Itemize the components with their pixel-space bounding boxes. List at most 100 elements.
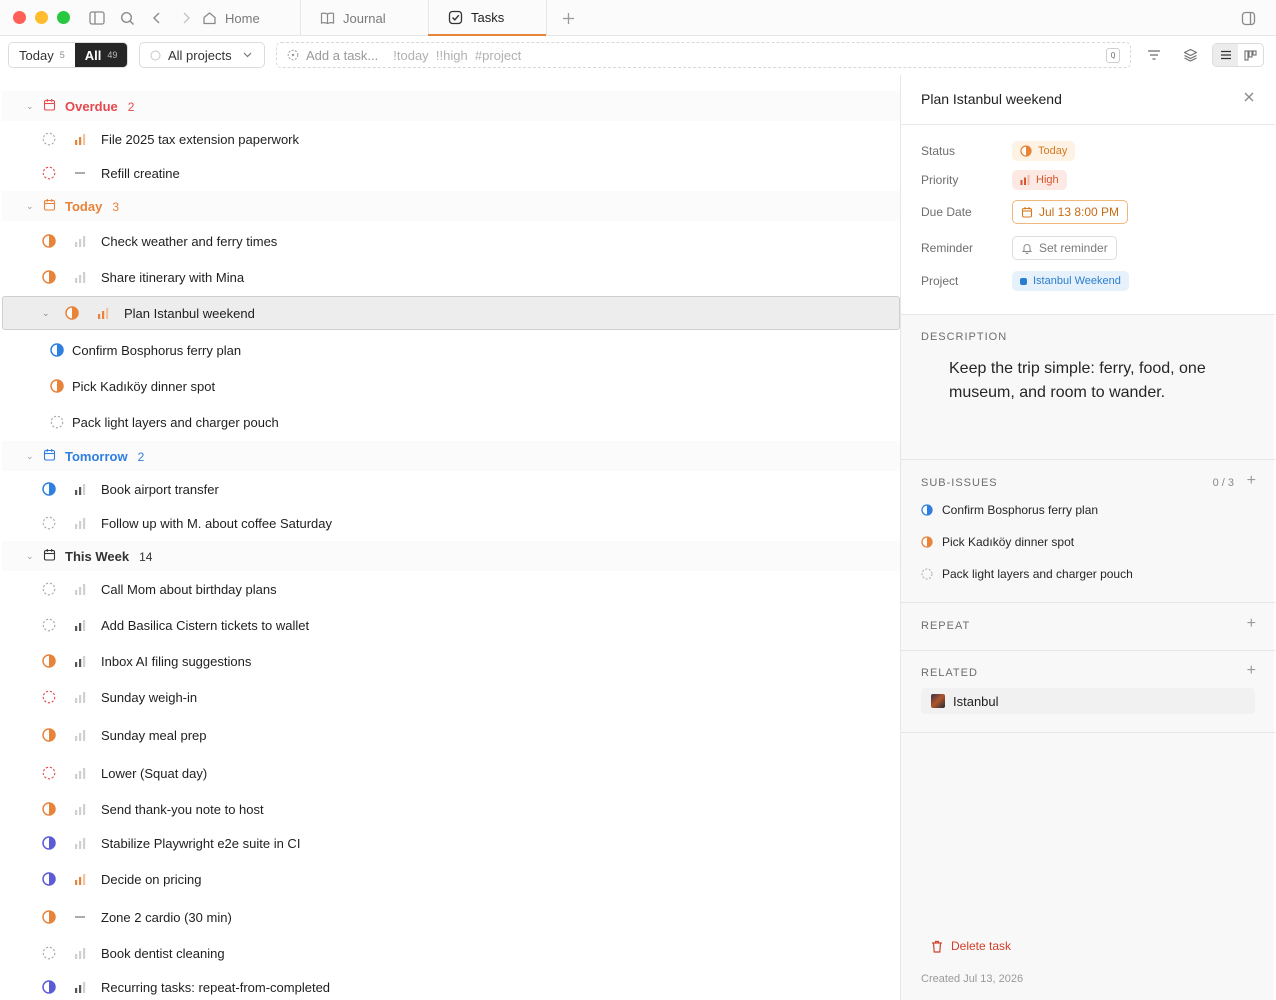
back-icon[interactable]	[147, 8, 167, 28]
projects-dropdown[interactable]: All projects	[139, 42, 265, 68]
task-row[interactable]: Sunday meal prep	[2, 718, 900, 752]
status-dashed-icon[interactable]	[42, 946, 56, 960]
description-text[interactable]: Keep the trip simple: ferry, food, one m…	[949, 357, 1249, 405]
add-repeat-icon[interactable]: +	[1247, 615, 1256, 633]
task-row[interactable]: Share itinerary with Mina	[2, 260, 900, 294]
status-blue-icon[interactable]	[42, 482, 56, 496]
sub-issue-item[interactable]: Confirm Bosphorus ferry plan	[921, 503, 1098, 517]
status-orange-icon[interactable]	[42, 802, 56, 816]
status-chip[interactable]: Today	[1012, 141, 1076, 161]
set-reminder-button[interactable]: Set reminder	[1012, 236, 1117, 260]
status-orange-icon[interactable]	[42, 270, 56, 284]
sub-issue-item[interactable]: Pack light layers and charger pouch	[921, 567, 1133, 581]
chevron-down-icon[interactable]: ⌄	[26, 101, 34, 112]
related-item[interactable]: Istanbul	[921, 688, 1255, 714]
chevron-down-icon[interactable]: ⌄	[26, 201, 34, 212]
sub-issue-item[interactable]: Pick Kadıköy dinner spot	[921, 535, 1074, 549]
status-blue-icon[interactable]	[50, 343, 64, 357]
add-sub-issue-icon[interactable]: +	[1247, 472, 1256, 490]
chevron-down-icon[interactable]: ⌄	[42, 308, 50, 319]
status-dashed-icon[interactable]	[50, 415, 64, 429]
task-row[interactable]: Follow up with M. about coffee Saturday	[2, 506, 900, 540]
status-orange-icon[interactable]	[42, 234, 56, 248]
priority-med-icon	[74, 619, 86, 631]
delete-task-button[interactable]: Delete task	[931, 939, 1011, 953]
task-row[interactable]: Stabilize Playwright e2e suite in CI	[2, 826, 900, 860]
status-orange-icon[interactable]	[65, 306, 79, 320]
task-row[interactable]: Recurring tasks: repeat-from-completed	[2, 970, 900, 1000]
add-related-icon[interactable]: +	[1247, 662, 1256, 680]
list-view-icon[interactable]	[1213, 44, 1238, 66]
status-orange-icon[interactable]	[42, 910, 56, 924]
priority-high-icon	[74, 133, 86, 145]
status-orange-icon[interactable]	[42, 728, 56, 742]
status-reddash-icon[interactable]	[42, 766, 56, 780]
task-row[interactable]: Sunday weigh-in	[2, 680, 900, 714]
close-icon[interactable]	[1243, 91, 1255, 106]
filter-all-button[interactable]: All 49	[74, 43, 128, 67]
sidebar-toggle-icon[interactable]	[87, 8, 107, 28]
subtask-row[interactable]: Pack light layers and charger pouch	[2, 405, 900, 439]
divider	[901, 732, 1275, 733]
task-row[interactable]: Add Basilica Cistern tickets to wallet	[2, 608, 900, 642]
filter-icon[interactable]	[1145, 46, 1163, 64]
date-filter-segmented: Today 5 All 49	[8, 42, 129, 68]
group-header-tomorrow[interactable]: ⌄ Tomorrow 2	[2, 441, 900, 471]
task-row[interactable]: File 2025 tax extension paperwork	[2, 122, 900, 156]
tab-journal[interactable]: Journal	[300, 0, 428, 36]
status-orange-icon[interactable]	[50, 379, 64, 393]
status-indigo-icon[interactable]	[42, 836, 56, 850]
priority-none-icon	[74, 167, 86, 179]
task-row[interactable]: Book dentist cleaning	[2, 936, 900, 970]
title-bar: Home Journal Tasks	[0, 0, 1276, 36]
layers-icon[interactable]	[1181, 46, 1199, 64]
new-tab-icon[interactable]	[558, 8, 578, 28]
status-dashed-icon[interactable]	[42, 516, 56, 530]
status-indigo-icon[interactable]	[42, 980, 56, 994]
check-square-icon	[448, 10, 463, 24]
priority-chip[interactable]: High	[1012, 170, 1067, 190]
status-dashed-icon[interactable]	[42, 132, 56, 146]
group-header-overdue[interactable]: ⌄ Overdue 2	[2, 91, 900, 121]
task-row[interactable]: Check weather and ferry times	[2, 224, 900, 258]
search-icon[interactable]	[117, 8, 137, 28]
minimize-window-button[interactable]	[35, 11, 48, 24]
status-reddash-icon[interactable]	[42, 690, 56, 704]
zoom-window-button[interactable]	[57, 11, 70, 24]
subtask-row[interactable]: Pick Kadıköy dinner spot	[2, 369, 900, 403]
status-dashed-icon[interactable]	[42, 618, 56, 632]
task-row[interactable]: Decide on pricing	[2, 862, 900, 896]
group-header-today[interactable]: ⌄ Today 3	[2, 191, 900, 221]
status-dashed-icon[interactable]	[42, 582, 56, 596]
group-header-this-week[interactable]: ⌄ This Week 14	[2, 541, 900, 571]
group-label: Tomorrow	[65, 448, 128, 464]
task-row[interactable]: Refill creatine	[2, 156, 900, 190]
task-row[interactable]: Send thank-you note to host	[2, 792, 900, 826]
filter-all-label: All	[84, 47, 102, 63]
due-date-chip[interactable]: Jul 13 8:00 PM	[1012, 200, 1129, 224]
panel-toggle-icon[interactable]	[1238, 8, 1258, 28]
group-count: 2	[127, 99, 135, 114]
subtask-row[interactable]: Confirm Bosphorus ferry plan	[2, 333, 900, 367]
task-row[interactable]: Inbox AI filing suggestions	[2, 644, 900, 678]
tab-home[interactable]: Home	[182, 0, 300, 36]
task-row[interactable]: Zone 2 cardio (30 min)	[2, 900, 900, 934]
board-view-icon[interactable]	[1238, 44, 1263, 66]
task-row[interactable]: Call Mom about birthday plans	[2, 572, 900, 606]
task-row[interactable]: Lower (Squat day)	[2, 756, 900, 790]
filter-today-button[interactable]: Today 5	[9, 43, 75, 67]
status-reddash-icon[interactable]	[42, 166, 56, 180]
status-indigo-icon[interactable]	[42, 872, 56, 886]
close-window-button[interactable]	[13, 11, 26, 24]
chevron-down-icon[interactable]: ⌄	[26, 451, 34, 462]
project-chip[interactable]: Istanbul Weekend	[1012, 271, 1129, 291]
chevron-down-icon[interactable]: ⌄	[26, 551, 34, 562]
add-task-input[interactable]: Add a task... !today !!high #project Q	[276, 42, 1131, 68]
detail-title[interactable]: Plan Istanbul weekend	[921, 91, 1062, 107]
selected-task-row[interactable]: ⌄ Plan Istanbul weekend	[2, 296, 900, 330]
task-row[interactable]: Book airport transfer	[2, 472, 900, 506]
status-orange-icon[interactable]	[42, 654, 56, 668]
tab-tasks[interactable]: Tasks	[428, 0, 546, 36]
group-label: Overdue	[65, 98, 118, 114]
project-label: Project	[921, 274, 959, 288]
